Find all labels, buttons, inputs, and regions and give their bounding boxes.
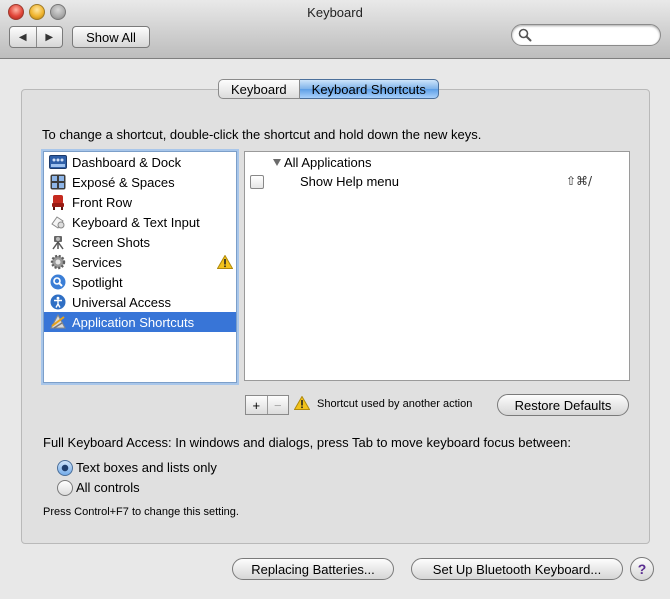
add-remove-control: + − bbox=[245, 395, 289, 415]
radio-label[interactable]: All controls bbox=[76, 480, 140, 495]
category-label: Keyboard & Text Input bbox=[72, 214, 200, 230]
show-all-button[interactable]: Show All bbox=[72, 26, 150, 48]
application-shortcuts-icon bbox=[49, 314, 67, 330]
warning-icon bbox=[217, 255, 233, 269]
category-label: Front Row bbox=[72, 194, 132, 210]
shortcut-list[interactable]: All Applications Show Help menu ⇧⌘/ bbox=[244, 151, 630, 381]
radio-all-controls[interactable] bbox=[57, 480, 73, 496]
front-row-icon bbox=[49, 194, 67, 210]
category-item-universal-access[interactable]: Universal Access bbox=[44, 292, 236, 312]
conflict-legend-text: Shortcut used by another action bbox=[317, 398, 473, 410]
add-shortcut-button[interactable]: + bbox=[246, 396, 267, 414]
category-item-dashboard-dock[interactable]: Dashboard & Dock bbox=[44, 152, 236, 172]
category-item-front-row[interactable]: Front Row bbox=[44, 192, 236, 212]
radio-text-boxes-lists[interactable] bbox=[57, 460, 73, 476]
category-label: Exposé & Spaces bbox=[72, 174, 175, 190]
category-item-screen-shots[interactable]: Screen Shots bbox=[44, 232, 236, 252]
window-toolbar: Keyboard ◀ ▶ Show All bbox=[0, 0, 670, 59]
category-item-keyboard-text-input[interactable]: Keyboard & Text Input bbox=[44, 212, 236, 232]
shortcut-label[interactable]: Show Help menu bbox=[300, 174, 399, 189]
replacing-batteries-button[interactable]: Replacing Batteries... bbox=[232, 558, 394, 580]
universal-access-icon bbox=[49, 294, 67, 310]
keyboard-text-input-icon bbox=[49, 214, 67, 230]
radio-label[interactable]: Text boxes and lists only bbox=[76, 460, 217, 475]
category-label: Application Shortcuts bbox=[72, 314, 195, 330]
screen-shots-icon bbox=[49, 234, 67, 250]
dashboard-dock-icon bbox=[49, 154, 67, 170]
forward-arrow-icon: ▶ bbox=[45, 31, 54, 43]
tab-bar: Keyboard Keyboard Shortcuts bbox=[218, 79, 439, 99]
spotlight-icon bbox=[49, 274, 67, 290]
control-f7-note: Press Control+F7 to change this setting. bbox=[43, 506, 239, 518]
category-label: Services bbox=[72, 254, 122, 270]
category-item-application-shortcuts[interactable]: Application Shortcuts bbox=[44, 312, 236, 332]
disclosure-triangle-icon[interactable] bbox=[273, 159, 281, 166]
warning-icon bbox=[294, 396, 310, 410]
shortcut-group-label: All Applications bbox=[284, 155, 372, 170]
services-gear-icon bbox=[49, 254, 67, 270]
back-arrow-icon: ◀ bbox=[18, 31, 27, 43]
category-label: Universal Access bbox=[72, 294, 171, 310]
expose-spaces-icon bbox=[49, 174, 67, 190]
search-field[interactable] bbox=[511, 24, 661, 46]
category-list[interactable]: Dashboard & Dock Exposé & Spaces Front R… bbox=[43, 151, 237, 383]
category-item-expose-spaces[interactable]: Exposé & Spaces bbox=[44, 172, 236, 192]
window-title: Keyboard bbox=[307, 5, 363, 20]
remove-shortcut-button[interactable]: − bbox=[266, 396, 289, 414]
forward-button[interactable]: ▶ bbox=[35, 27, 63, 47]
restore-defaults-button[interactable]: Restore Defaults bbox=[497, 394, 629, 416]
tab-keyboard[interactable]: Keyboard bbox=[218, 79, 300, 99]
category-item-services[interactable]: Services bbox=[44, 252, 236, 272]
category-label: Screen Shots bbox=[72, 234, 151, 250]
search-icon bbox=[518, 28, 532, 42]
instruction-text: To change a shortcut, double-click the s… bbox=[42, 127, 482, 142]
show-help-menu-checkbox[interactable] bbox=[250, 175, 264, 189]
help-button[interactable]: ? bbox=[630, 557, 654, 581]
setup-bluetooth-keyboard-button[interactable]: Set Up Bluetooth Keyboard... bbox=[411, 558, 623, 580]
shortcut-keys[interactable]: ⇧⌘/ bbox=[566, 174, 592, 188]
full-keyboard-access-text: Full Keyboard Access: In windows and dia… bbox=[43, 435, 571, 450]
category-item-spotlight[interactable]: Spotlight bbox=[44, 272, 236, 292]
back-button[interactable]: ◀ bbox=[10, 27, 36, 47]
category-label: Dashboard & Dock bbox=[72, 154, 182, 170]
back-forward-control: ◀ ▶ bbox=[9, 26, 63, 48]
search-input[interactable] bbox=[534, 27, 656, 44]
keyboard-preferences-window: Keyboard ◀ ▶ Show All Keyboard Keyboard … bbox=[0, 0, 670, 599]
tab-keyboard-shortcuts[interactable]: Keyboard Shortcuts bbox=[299, 79, 439, 99]
category-label: Spotlight bbox=[72, 274, 123, 290]
